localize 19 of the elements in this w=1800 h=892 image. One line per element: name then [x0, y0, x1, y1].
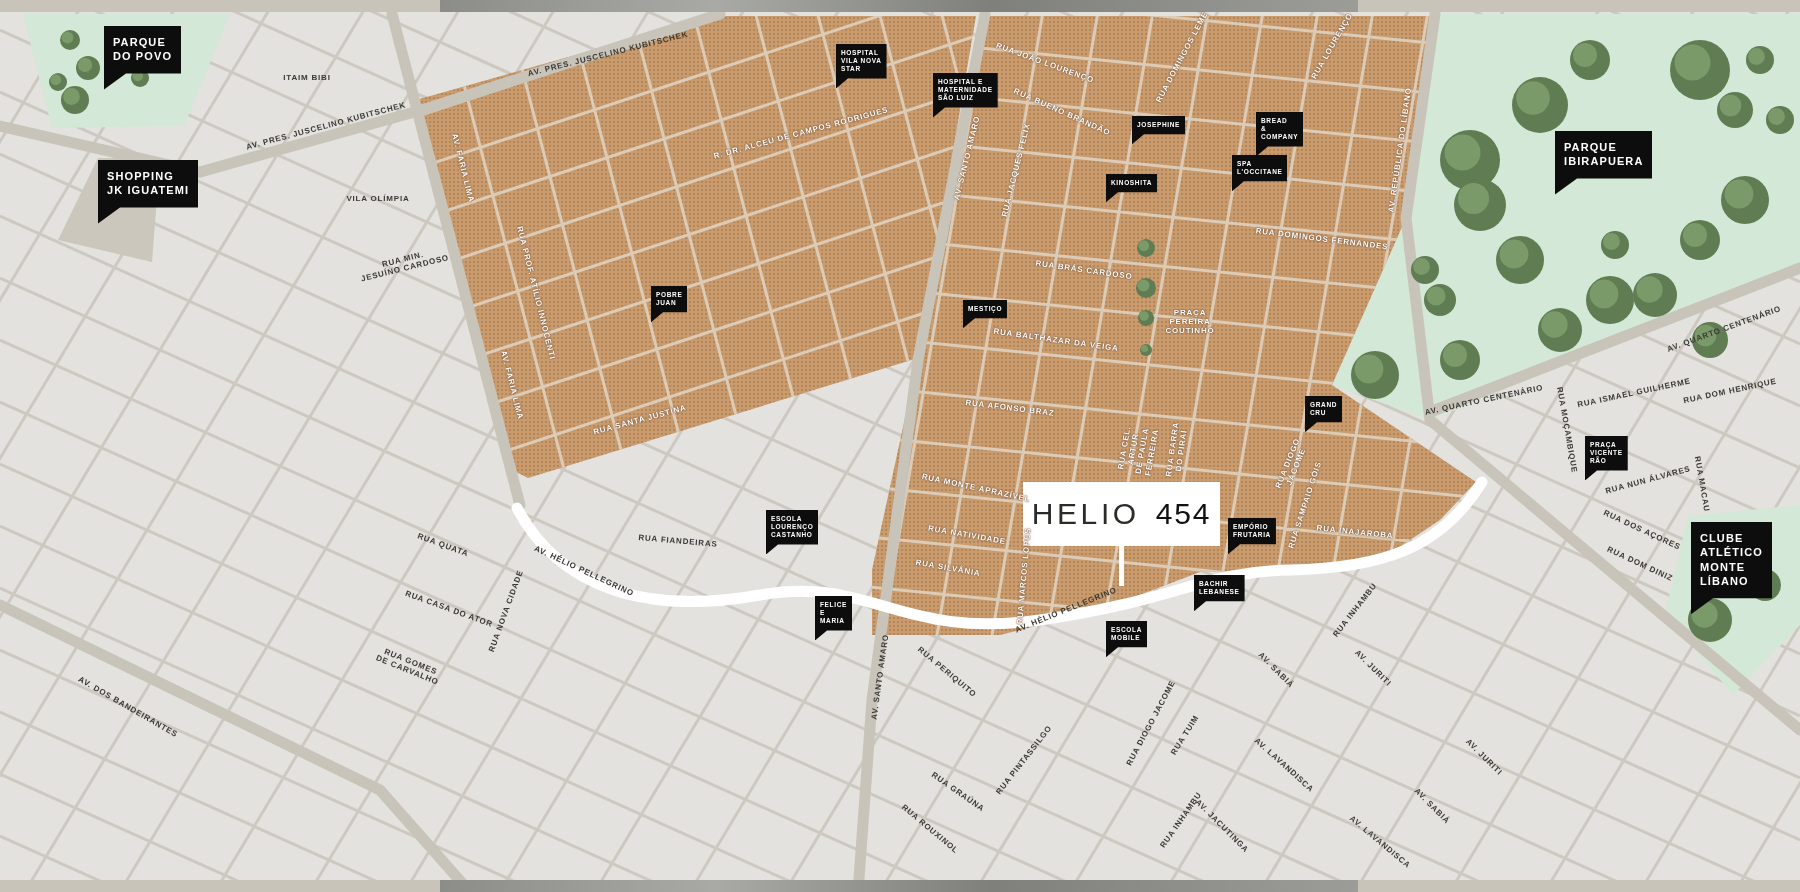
street-label: RUA DOMINGOS FERNANDES — [1255, 226, 1389, 252]
street-label: RUA SILVÂNIA — [914, 557, 982, 579]
street-label: AV. FARIA LIMA — [449, 132, 477, 204]
project-name: HELIO — [1031, 497, 1140, 531]
street-label: ITAIM BIBI — [283, 73, 331, 83]
street-label: RUA CEL. ARTUR DE PAULA FERREIRA — [1115, 424, 1161, 477]
street-label: RUA FIANDEIRAS — [638, 532, 718, 550]
street-label: AV. SANTO AMARO — [952, 115, 982, 201]
street-label: VILA OLÍMPIA — [346, 194, 410, 204]
street-label: RUA MACAU — [1692, 455, 1712, 513]
street-label: AV. SANTO AMARO — [869, 633, 891, 721]
street-label: RUA AFONSO BRAZ — [964, 398, 1056, 418]
street-label: RUA BRÁS CARDOSO — [1034, 258, 1134, 282]
street-label: RUA BARRA DO PIRAÍ — [1164, 421, 1190, 479]
street-label: PRAÇA PEREIRA COUTINHO — [1165, 308, 1215, 336]
street-label: AV. FARIA LIMA — [498, 349, 526, 421]
project-number: 454 — [1155, 497, 1212, 531]
street-label: RUA BALTHAZAR DA VEIGA — [992, 326, 1120, 354]
street-label: RUA INAJAROBA — [1316, 523, 1394, 541]
